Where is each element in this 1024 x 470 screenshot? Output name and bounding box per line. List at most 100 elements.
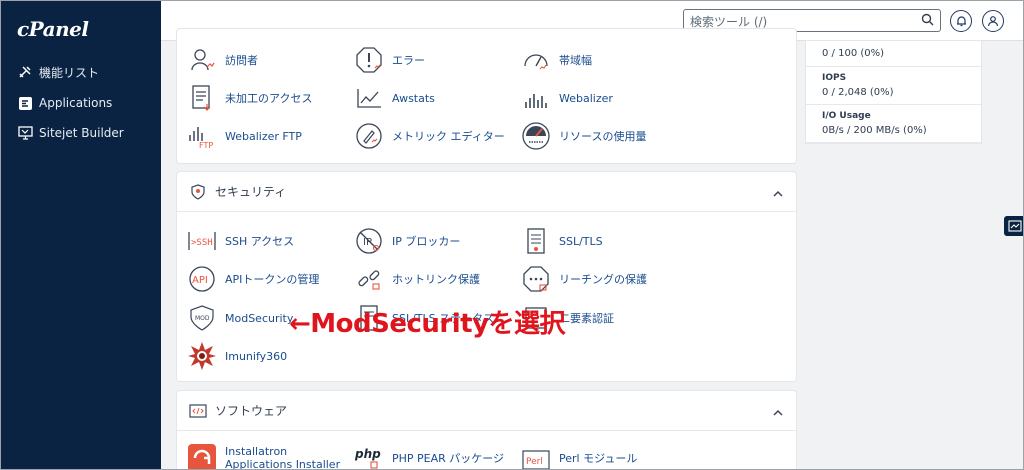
user-menu-button[interactable] — [982, 10, 1004, 32]
sitejet-icon — [17, 125, 33, 141]
stat-value: 0 / 100 (0%) — [822, 48, 885, 59]
tool-raw-access[interactable]: 未加工のアクセス — [187, 83, 312, 113]
stat-row: 0 / 100 (0%) — [806, 41, 981, 67]
ssl-tls-icon — [521, 226, 551, 256]
security-panel: セキュリティ >SSH SSH アクセス IP IP ブロッカー SSL/TLS… — [177, 172, 796, 381]
svg-text:Perl: Perl — [526, 457, 543, 467]
sidebar-item-label: Applications — [39, 96, 113, 110]
stat-title: IOPS — [822, 73, 847, 83]
stat-value: 0 / 2,048 (0%) — [822, 87, 894, 98]
imunify-icon — [187, 341, 217, 371]
sidebar: cPanel 機能リスト Applications Sitejet Builde… — [1, 1, 161, 469]
tool-label: ModSecurity — [225, 311, 294, 325]
chevron-up-icon[interactable] — [772, 185, 784, 204]
tool-ssl-tls[interactable]: SSL/TLS — [521, 226, 603, 256]
tool-label: 二要素認証 — [559, 311, 614, 325]
resource-usage-icon — [521, 121, 551, 151]
svg-text:MOD: MOD — [195, 315, 210, 322]
tool-metrics-editor[interactable]: メトリック エディター — [354, 121, 505, 151]
tool-label: Awstats — [392, 91, 435, 105]
awstats-icon — [354, 83, 384, 113]
tool-perl-modules[interactable]: Perl Perl モジュール — [521, 443, 638, 469]
ssh-icon: >SSH — [187, 226, 217, 256]
stat-row-io-usage: I/O Usage 0B/s / 200 MB/s (0%) — [806, 105, 981, 143]
panel-title: ソフトウェア — [215, 404, 288, 418]
sidebar-item-feature-list[interactable]: 機能リスト — [17, 61, 99, 83]
sidebar-item-sitejet[interactable]: Sitejet Builder — [17, 122, 124, 144]
tool-webalizer[interactable]: Webalizer — [521, 83, 613, 113]
svg-text:>SSH: >SSH — [191, 238, 213, 248]
applications-icon — [17, 95, 33, 111]
installatron-icon — [187, 443, 217, 469]
stats-toggle-button[interactable] — [1004, 216, 1023, 236]
hotlink-icon — [354, 264, 384, 294]
cpanel-logo[interactable]: cPanel — [17, 17, 89, 41]
notifications-button[interactable] — [950, 10, 972, 32]
tool-label: Imunify360 — [225, 349, 288, 363]
tool-label: リソースの使用量 — [559, 129, 647, 143]
annotation-text: ←ModSecurityを選択 — [289, 309, 566, 339]
tool-awstats[interactable]: Awstats — [354, 83, 435, 113]
raw-access-icon — [187, 83, 217, 113]
chevron-up-icon[interactable] — [772, 404, 784, 423]
tool-installatron[interactable]: Installatron Applications Installer — [187, 443, 345, 470]
tool-php-pear[interactable]: php PHP PEAR パッケージ — [354, 443, 505, 469]
webalizer-ftp-icon: FTP — [187, 121, 217, 151]
tool-label: Installatron Applications Installer — [225, 445, 341, 470]
tool-ssh-access[interactable]: >SSH SSH アクセス — [187, 226, 294, 256]
sidebar-item-label: 機能リスト — [39, 65, 100, 80]
tool-hotlink-protection[interactable]: ホットリンク保護 — [354, 264, 480, 294]
svg-text:IP: IP — [363, 237, 372, 248]
visitors-icon — [187, 45, 217, 75]
tool-label: SSL/TLS — [559, 234, 603, 248]
tool-label: Webalizer — [559, 91, 613, 105]
software-panel-header[interactable]: ソフトウェア — [177, 391, 796, 431]
shield-icon — [189, 183, 207, 201]
tool-visitors[interactable]: 訪問者 — [187, 45, 258, 75]
tool-label: ホットリンク保護 — [392, 272, 480, 286]
tool-label: 未加工のアクセス — [225, 91, 313, 105]
stat-row-iops: IOPS 0 / 2,048 (0%) — [806, 67, 981, 105]
tool-label: APIトークンの管理 — [225, 272, 320, 286]
tool-label: IP ブロッカー — [392, 234, 461, 248]
tool-label: 訪問者 — [225, 53, 258, 67]
tool-label: 帯域幅 — [559, 53, 592, 67]
tools-icon — [17, 64, 33, 80]
tool-label: リーチングの保護 — [559, 272, 647, 286]
metrics-panel: 訪問者 エラー 帯域幅 未加工のアクセス Awstats Webalizer F… — [177, 29, 796, 163]
tool-bandwidth[interactable]: 帯域幅 — [521, 45, 592, 75]
ip-blocker-icon: IP — [354, 226, 384, 256]
svg-text:API: API — [192, 275, 208, 286]
tool-webalizer-ftp[interactable]: FTP Webalizer FTP — [187, 121, 302, 151]
tool-api-tokens[interactable]: API APIトークンの管理 — [187, 264, 319, 294]
bell-icon — [956, 12, 967, 31]
tool-label: メトリック エディター — [392, 129, 505, 143]
tool-imunify360[interactable]: Imunify360 — [187, 341, 287, 371]
metrics-editor-icon — [354, 121, 384, 151]
stat-title: I/O Usage — [822, 111, 871, 121]
stat-value: 0B/s / 200 MB/s (0%) — [822, 125, 927, 136]
svg-text:php: php — [354, 447, 381, 461]
tool-label: エラー — [392, 53, 425, 67]
search-placeholder: 検索ツール (/) — [690, 15, 768, 29]
tool-leech-protection[interactable]: リーチングの保護 — [521, 264, 647, 294]
tool-label: Perl モジュール — [559, 451, 638, 465]
tool-modsecurity[interactable]: MOD ModSecurity — [187, 303, 293, 333]
tool-label: Webalizer FTP — [225, 129, 302, 143]
bandwidth-icon — [521, 45, 551, 75]
tool-errors[interactable]: エラー — [354, 45, 425, 75]
tool-resource-usage[interactable]: リソースの使用量 — [521, 121, 646, 151]
sidebar-item-applications[interactable]: Applications — [17, 92, 112, 114]
sidebar-item-label: Sitejet Builder — [39, 126, 124, 140]
security-panel-header[interactable]: セキュリティ — [177, 172, 796, 212]
cpanel-window: cPanel 機能リスト Applications Sitejet Builde… — [0, 0, 1024, 470]
search-icon[interactable] — [921, 13, 934, 29]
api-icon: API — [187, 264, 217, 294]
leech-icon — [521, 264, 551, 294]
chart-icon — [1008, 217, 1022, 236]
tool-ip-blocker[interactable]: IP IP ブロッカー — [354, 226, 460, 256]
svg-text:FTP: FTP — [199, 141, 213, 149]
tool-label: PHP PEAR パッケージ — [392, 451, 505, 465]
errors-icon — [354, 45, 384, 75]
webalizer-icon — [521, 83, 551, 113]
